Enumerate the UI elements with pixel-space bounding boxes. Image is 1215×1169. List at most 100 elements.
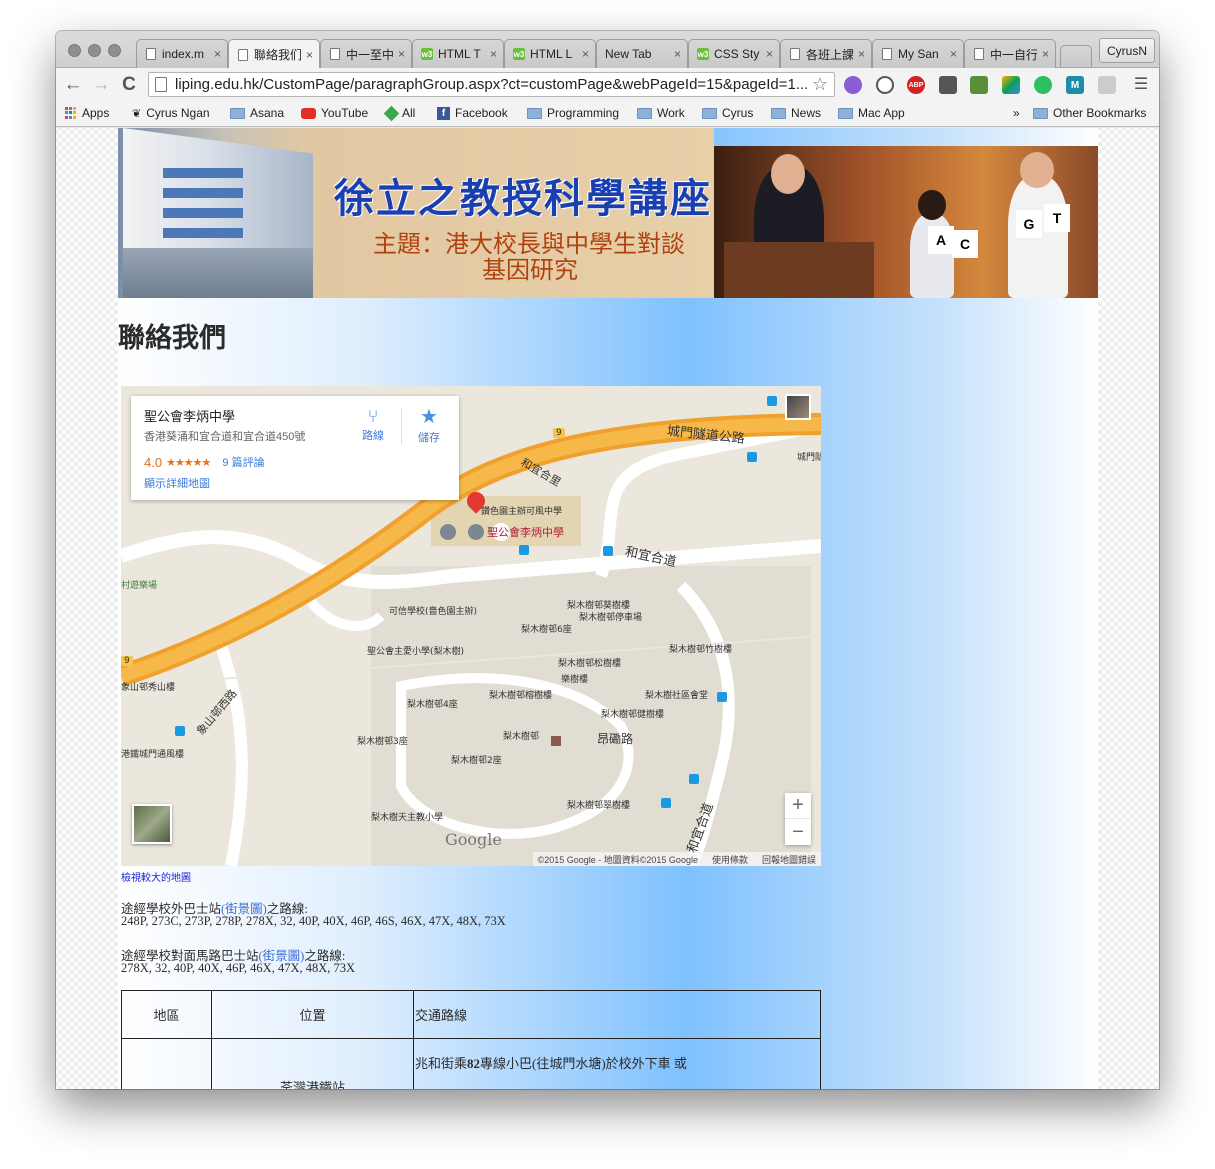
reviews-link[interactable]: 9 篇評論 [222,454,264,470]
tab-close-icon[interactable]: × [766,47,773,61]
bookmark-other-bookmarks[interactable]: Other Bookmarks [1033,106,1146,120]
street-view-thumbnail[interactable] [785,394,811,420]
directions-label: 路線 [362,430,384,442]
tab-class-schedule[interactable]: 各班上課 × [780,39,872,68]
zoom-control: + − [785,793,811,845]
bookmarks-overflow-button[interactable]: » [1013,106,1020,120]
tab-close-icon[interactable]: × [398,47,405,61]
place-label: 梨木樹邨3座 [357,737,408,747]
bus-stop-icon[interactable] [661,798,671,808]
tab-html-l[interactable]: w3 HTML L × [504,39,596,68]
page-viewport[interactable]: 徐立之教授科學講座 主題：港大校長與中學生對談 基因研究 A C G T 聯絡我… [56,128,1159,1089]
bookmark-cyrus[interactable]: Cyrus [702,106,753,120]
new-tab-button[interactable] [1060,45,1092,67]
pinwheel-extension-icon[interactable] [844,76,862,94]
bookmark-facebook[interactable]: f Facebook [437,106,508,120]
tab-contact-us[interactable]: 聯絡我们 × [228,39,320,69]
tab-form1-self[interactable]: 中一自行 × [964,39,1056,68]
google-logo: Google [445,830,502,849]
bus-stop-icon[interactable] [717,692,727,702]
forward-button[interactable]: → [90,74,112,96]
place-address: 香港葵涌和宜合道和宜合道450號 [144,431,306,443]
route-badge: 9 [553,428,565,438]
tab-close-icon[interactable]: × [858,47,865,61]
back-button[interactable]: ← [62,74,84,96]
bookmark-asana[interactable]: Asana [230,106,284,120]
adblock-plus-icon[interactable]: ABP [907,76,925,94]
tab-html-t[interactable]: w3 HTML T × [412,39,504,68]
bus-stop-icon[interactable] [767,396,777,406]
tab-close-icon[interactable]: × [490,47,497,61]
table-row: 荃灣港鐵站 兆和街乘82專線小巴(往城門水塘)於校外下車 或 [121,1038,821,1089]
pocket-extension-icon[interactable] [939,76,957,94]
directions-button[interactable]: ⑂ 路線 [359,406,387,443]
close-window-button[interactable] [68,44,81,57]
bookmark-label: Asana [250,106,285,120]
leaf-icon: ❦ [132,107,142,120]
bookmark-news[interactable]: News [771,106,821,120]
column-header-district: 地區 [121,990,212,1039]
bus-stop-icon[interactable] [747,452,757,462]
menu-icon[interactable]: ☰ [1130,74,1152,94]
minimize-window-button[interactable] [88,44,101,57]
tab-close-icon[interactable]: × [674,47,681,61]
bookmark-cyrus-ngan[interactable]: ❦ Cyrus Ngan [132,106,210,120]
view-larger-map-link[interactable]: 顯示詳細地圖 [144,475,210,491]
bus-stop-icon[interactable] [519,545,529,555]
tab-close-icon[interactable]: × [950,47,957,61]
zoom-in-button[interactable]: + [785,793,811,819]
tab-secondary-1-3[interactable]: 中一至中 × [320,39,412,68]
tab-label: 聯絡我们 [254,48,301,62]
medium-extension-icon[interactable]: M [1066,76,1084,94]
tab-close-icon[interactable]: × [214,47,221,61]
terms-link[interactable]: 使用條款 [712,853,748,866]
bus-stop-icon[interactable] [175,726,185,736]
bookmark-label: YouTube [321,106,369,120]
bookmark-all[interactable]: All [383,105,415,121]
colorful-extension-icon[interactable] [1002,76,1020,94]
refresh-extension-icon[interactable] [970,76,988,94]
lecture-photo: A C G T [714,146,1098,298]
place-label: 鑽色園主辦可風中學 [481,507,563,517]
bookmark-youtube[interactable]: YouTube [301,106,368,120]
bookmark-work[interactable]: Work [637,106,685,120]
view-larger-map-link[interactable]: 檢視較大的地圖 [121,869,191,884]
tab-index[interactable]: index.m × [136,39,228,68]
diamond-icon [383,105,400,121]
zoom-out-button[interactable]: − [785,819,811,845]
zoom-window-button[interactable] [108,44,121,57]
save-place-button[interactable]: ★ 儲存 [415,404,443,445]
bookmark-mac-app[interactable]: Mac App [838,106,905,120]
folder-icon [1033,107,1048,119]
page-title: 聯絡我們 [118,323,226,354]
onepassword-extension-icon[interactable] [876,76,894,94]
bus-stop-icon[interactable] [603,546,613,556]
tab-my-san[interactable]: My San × [872,39,964,68]
folder-icon [702,107,717,119]
tab-close-icon[interactable]: × [306,48,313,62]
layout-extension-icon[interactable] [1098,76,1116,94]
satellite-toggle-thumbnail[interactable] [132,804,172,844]
directions-icon: ⑂ [367,406,379,426]
bookmark-programming[interactable]: Programming [527,106,619,120]
folder-icon [230,107,245,119]
evernote-extension-icon[interactable] [1034,76,1052,94]
bookmark-apps[interactable]: Apps [65,106,109,120]
lecture-banner: 徐立之教授科學講座 主題：港大校長與中學生對談 基因研究 A C G T [118,128,1098,298]
bookmark-star-icon[interactable]: ☆ [812,74,828,95]
tab-close-icon[interactable]: × [582,47,589,61]
reload-button[interactable]: C [118,74,140,96]
marker-label: 聖公會李炳中學 [487,526,564,539]
tab-css-sty[interactable]: w3 CSS Sty × [688,39,780,68]
tab-close-icon[interactable]: × [1042,47,1049,61]
bookmark-label: Other Bookmarks [1053,106,1147,120]
address-bar[interactable]: liping.edu.hk/CustomPage/paragraphGroup.… [148,72,835,97]
tab-new-tab[interactable]: New Tab × [596,39,688,68]
folder-icon [637,107,652,119]
google-map[interactable]: 聖公會李炳中學 9 9 城門隧道公路 和宜合道 和宜合里 象山邨西路 昂磡路 和… [121,386,821,866]
apps-grid-icon [65,107,77,119]
report-error-link[interactable]: 回報地圖錯誤 [762,853,816,866]
bus-stop-icon[interactable] [689,774,699,784]
map-copyright: ©2015 Google - 地圖資料©2015 Google [537,854,698,865]
profile-button[interactable]: CyrusN [1098,38,1155,63]
